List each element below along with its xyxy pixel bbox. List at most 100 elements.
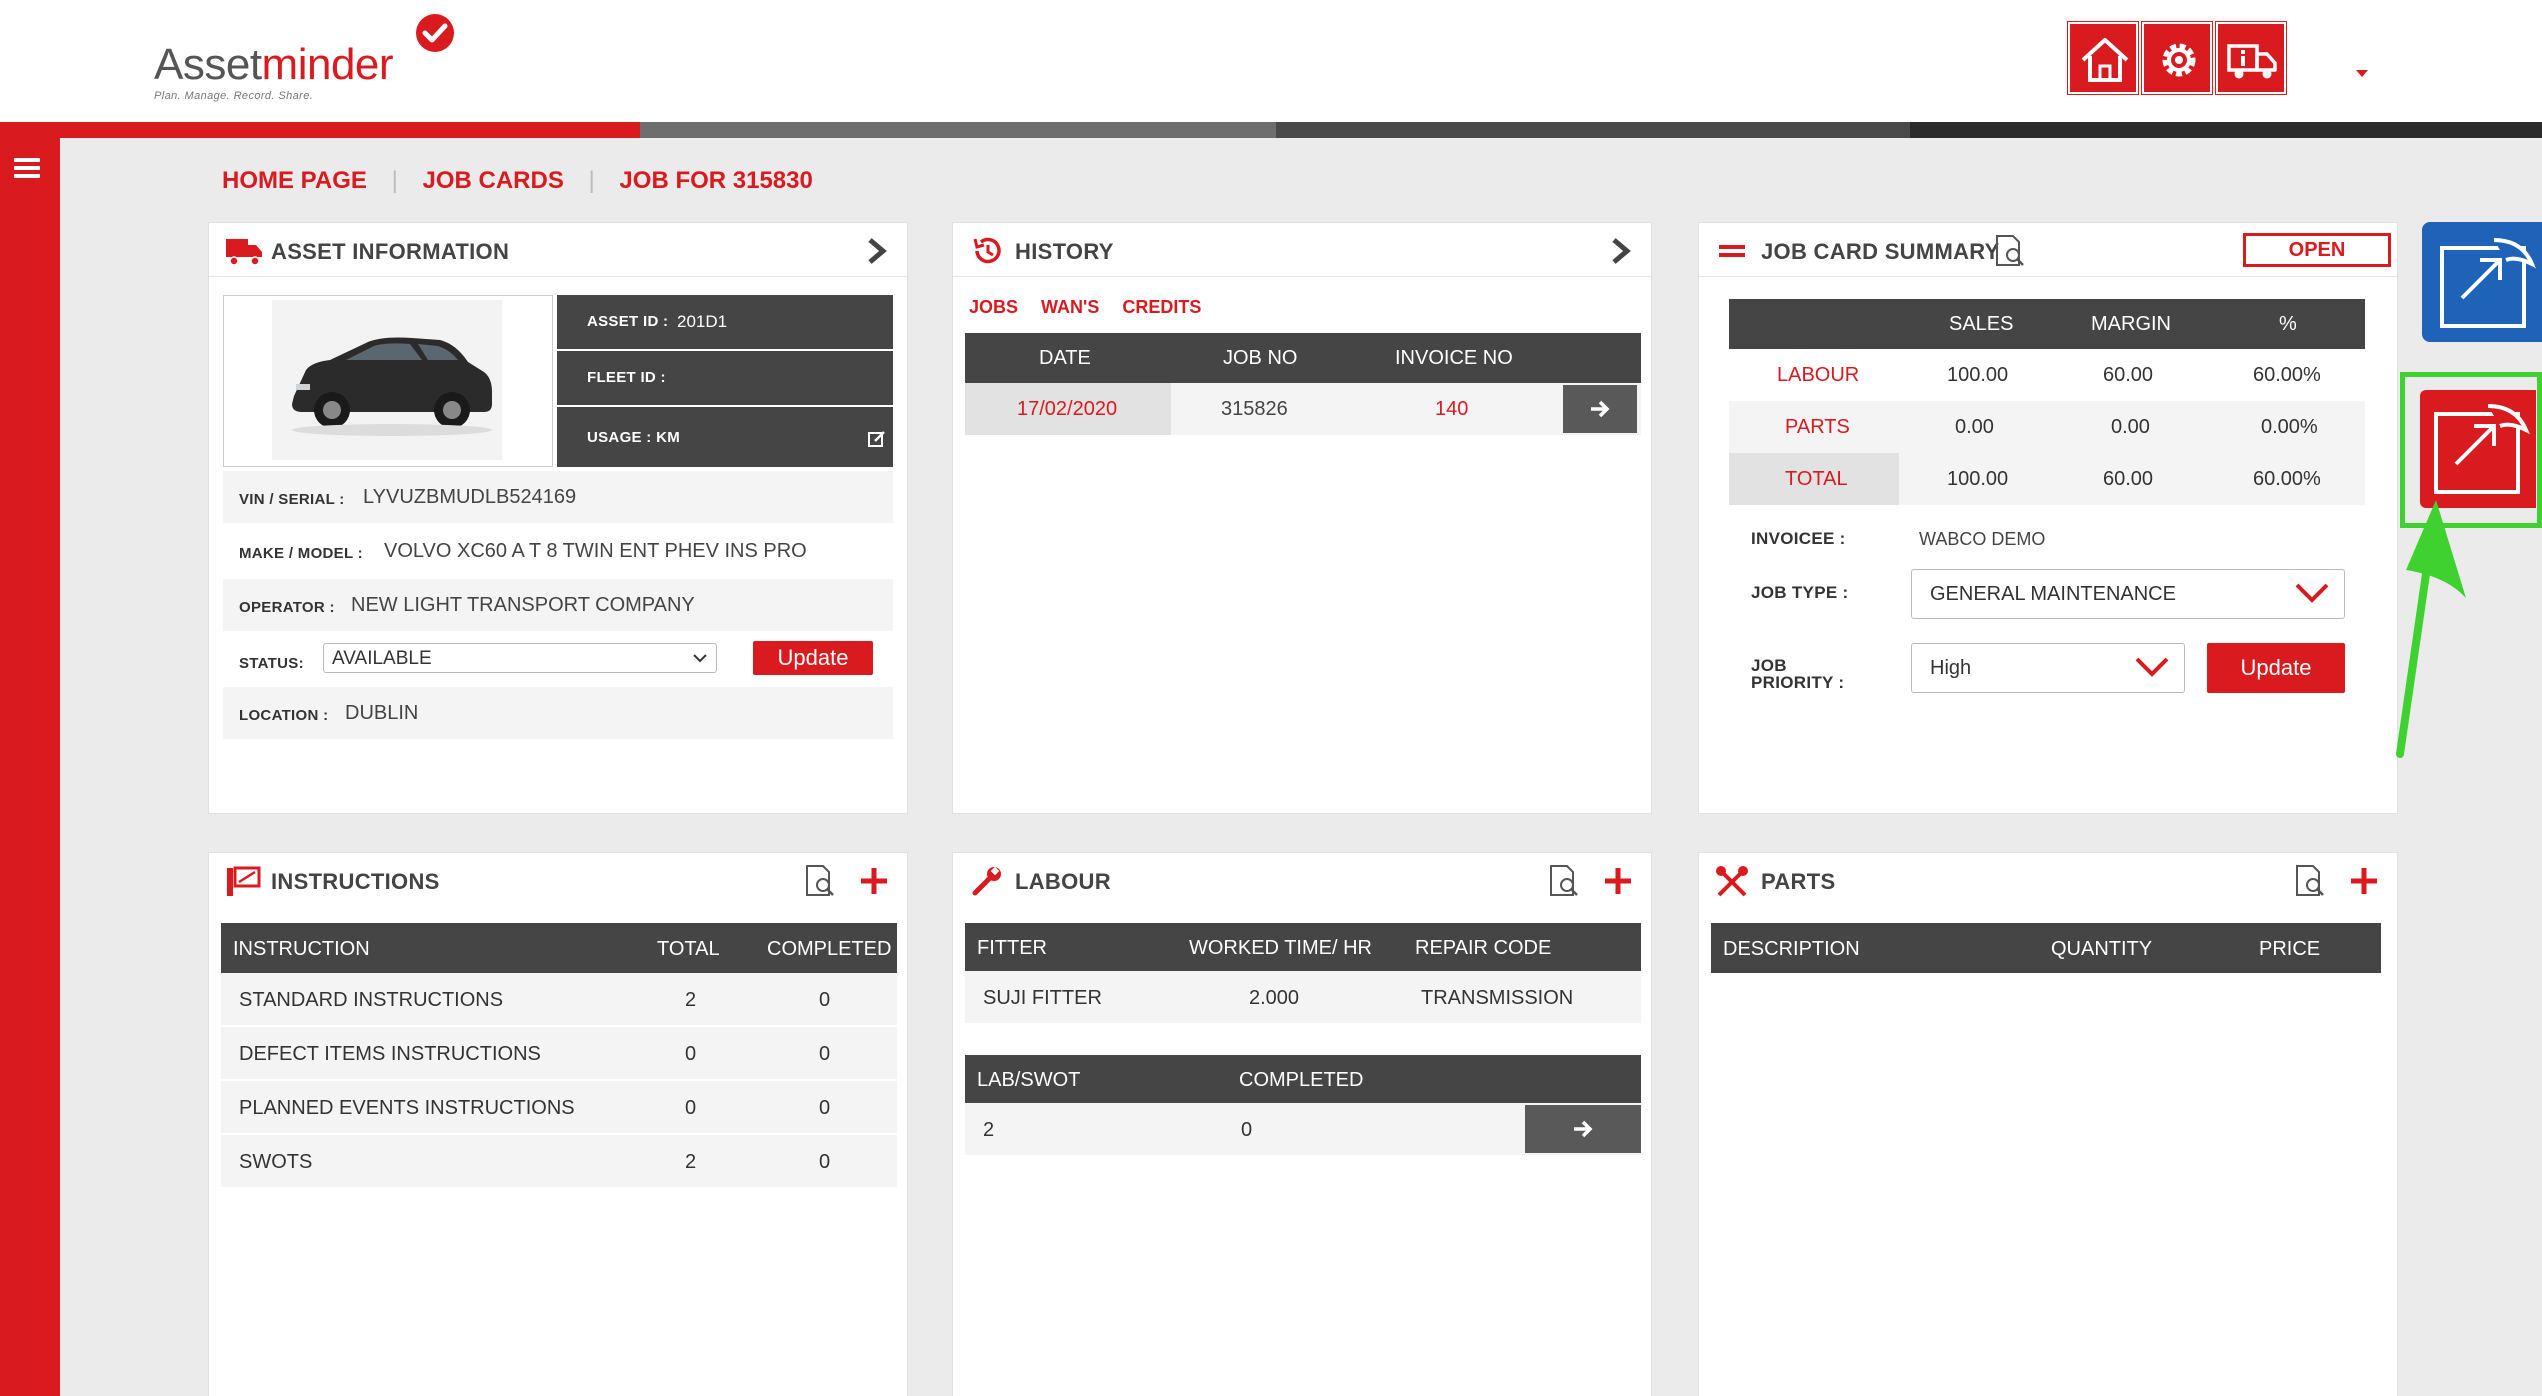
- breadcrumb-home[interactable]: HOME PAGE: [222, 167, 367, 195]
- column-header: COMPLETED: [1239, 1069, 1364, 1091]
- export-document-icon: [2440, 238, 2536, 328]
- breadcrumb-job-cards[interactable]: JOB CARDS: [422, 167, 563, 195]
- column-header: PRICE: [2259, 938, 2321, 960]
- location-label: LOCATION :: [239, 707, 329, 724]
- search-document-icon[interactable]: [801, 863, 837, 899]
- instruction-name: PLANNED EVENTS INSTRUCTIONS: [239, 1097, 575, 1119]
- column-header: WORKED TIME/ HR: [1189, 937, 1372, 959]
- usage-row: USAGE : KM: [557, 407, 893, 467]
- car-image-icon: [272, 300, 502, 460]
- breadcrumb-current-job[interactable]: JOB FOR 315830: [619, 167, 812, 195]
- search-document-icon[interactable]: [1545, 863, 1581, 899]
- history-clock-icon: [973, 237, 1001, 264]
- table-row[interactable]: SUJI FITTER 2.000 TRANSMISSION: [965, 971, 1641, 1023]
- crossed-tools-icon: [1716, 866, 1748, 897]
- column-header: DESCRIPTION: [1723, 938, 1860, 960]
- instruction-name: SWOTS: [239, 1151, 313, 1173]
- assetminder-logo[interactable]: Assetminder Plan. Manage. Record. Share.: [150, 12, 470, 102]
- chevron-right-icon[interactable]: [1609, 237, 1633, 265]
- table-row[interactable]: 2 0: [965, 1103, 1641, 1155]
- status-selected-value: AVAILABLE: [332, 648, 432, 669]
- truck-icon: [226, 239, 262, 266]
- hamburger-menu-icon[interactable]: [14, 158, 40, 180]
- table-row: PARTS 0.00 0.00 0.00%: [1729, 401, 2365, 453]
- home-button[interactable]: [2067, 21, 2139, 95]
- edit-icon[interactable]: [867, 429, 887, 449]
- instruction-completed: 0: [819, 1097, 831, 1119]
- tab-jobs[interactable]: JOBS: [969, 297, 1018, 317]
- table-row[interactable]: 17/02/2020 315826 140: [965, 383, 1641, 435]
- job-type-select[interactable]: GENERAL MAINTENANCE: [1911, 569, 2345, 619]
- panel-title: LABOUR: [1015, 869, 1111, 894]
- tab-wans[interactable]: WAN'S: [1041, 297, 1099, 317]
- truck-info-button[interactable]: [2215, 21, 2287, 95]
- fleet-id-row: FLEET ID :: [557, 351, 893, 405]
- summary-pct: 60.00%: [2253, 364, 2321, 386]
- location-value: DUBLIN: [345, 702, 419, 724]
- panel-title: ASSET INFORMATION: [271, 239, 510, 264]
- add-plus-icon[interactable]: [2349, 866, 2379, 896]
- instruction-completed: 0: [819, 1043, 831, 1065]
- location-row: LOCATION : DUBLIN: [223, 687, 893, 739]
- panel-title: JOB CARD SUMMARY: [1761, 239, 2000, 264]
- table-row[interactable]: DEFECT ITEMS INSTRUCTIONS 0 0: [221, 1027, 897, 1079]
- summary-row-label: TOTAL: [1785, 468, 1848, 490]
- column-header: JOB NO: [1223, 347, 1298, 369]
- instruction-total: 2: [685, 1151, 697, 1173]
- instruction-name: DEFECT ITEMS INSTRUCTIONS: [239, 1043, 541, 1065]
- search-document-icon[interactable]: [1991, 233, 2027, 269]
- history-invoice-no[interactable]: 140: [1435, 398, 1468, 421]
- add-plus-icon[interactable]: [859, 866, 889, 896]
- parts-panel: PARTS DESCRIPTION QUANTITY PRICE: [1698, 852, 2398, 1396]
- settings-button[interactable]: [2141, 21, 2213, 95]
- summary-sales: 0.00: [1955, 416, 1994, 438]
- table-row[interactable]: STANDARD INSTRUCTIONS 2 0: [221, 973, 897, 1025]
- job-type-label: JOB TYPE :: [1751, 583, 1849, 602]
- logo-wordmark: Assetminder: [154, 40, 394, 89]
- history-open-button[interactable]: [1563, 385, 1637, 433]
- tab-credits[interactable]: CREDITS: [1122, 297, 1201, 317]
- panel-title: HISTORY: [1015, 239, 1114, 264]
- summary-row-label: LABOUR: [1777, 364, 1860, 386]
- chevron-right-icon[interactable]: [865, 237, 889, 265]
- instruction-total: 0: [685, 1043, 697, 1065]
- panel-header: PARTS: [1699, 853, 2397, 907]
- summary-pct: 0.00%: [2261, 416, 2318, 438]
- summary-row-label: PARTS: [1785, 416, 1850, 438]
- history-job-no: 315826: [1221, 398, 1288, 420]
- table-row[interactable]: SWOTS 2 0: [221, 1135, 897, 1187]
- table-row: TOTAL 100.00 60.00 60.00%: [1729, 453, 2365, 505]
- instruction-total: 2: [685, 989, 697, 1011]
- make-model-row: MAKE / MODEL : VOLVO XC60 A T 8 TWIN ENT…: [223, 525, 893, 577]
- search-document-icon[interactable]: [2291, 863, 2327, 899]
- status-label: STATUS:: [239, 655, 304, 672]
- swot-open-button[interactable]: [1525, 1105, 1641, 1153]
- wrench-icon: [972, 866, 1001, 896]
- blue-export-button[interactable]: [2422, 222, 2542, 342]
- instructions-board-icon: [227, 866, 261, 896]
- job-priority-select[interactable]: High: [1911, 643, 2185, 693]
- job-update-button[interactable]: Update: [2207, 643, 2345, 693]
- parts-table-header: DESCRIPTION QUANTITY PRICE: [1711, 923, 2381, 973]
- summary-sales: 100.00: [1947, 468, 2009, 490]
- add-plus-icon[interactable]: [1603, 866, 1633, 896]
- summary-sales: 100.00: [1947, 364, 2009, 386]
- status-update-button[interactable]: Update: [753, 641, 873, 675]
- panel-header: LABOUR: [953, 853, 1651, 907]
- swot-lab: 2: [983, 1119, 995, 1141]
- panel-header: HISTORY: [953, 223, 1651, 277]
- table-row[interactable]: PLANNED EVENTS INSTRUCTIONS 0 0: [221, 1081, 897, 1133]
- vin-label: VIN / SERIAL :: [239, 491, 345, 508]
- green-pointer-arrow-icon: [2396, 500, 2466, 758]
- column-header: LAB/SWOT: [977, 1069, 1081, 1091]
- breadcrumb-separator: |: [391, 166, 398, 194]
- swot-completed: 0: [1241, 1119, 1253, 1141]
- status-select[interactable]: AVAILABLE: [323, 643, 717, 673]
- usage-label: USAGE : KM: [587, 429, 680, 446]
- user-menu-caret-icon[interactable]: [2356, 70, 2368, 77]
- breadcrumb-separator: |: [588, 166, 595, 194]
- history-date[interactable]: 17/02/2020: [1017, 398, 1117, 421]
- make-model-value: VOLVO XC60 A T 8 TWIN ENT PHEV INS PRO: [384, 540, 807, 562]
- labour-worked-time: 2.000: [1249, 987, 1300, 1009]
- history-panel: HISTORY JOBS WAN'S CREDITS DATE JOB NO I…: [952, 222, 1652, 814]
